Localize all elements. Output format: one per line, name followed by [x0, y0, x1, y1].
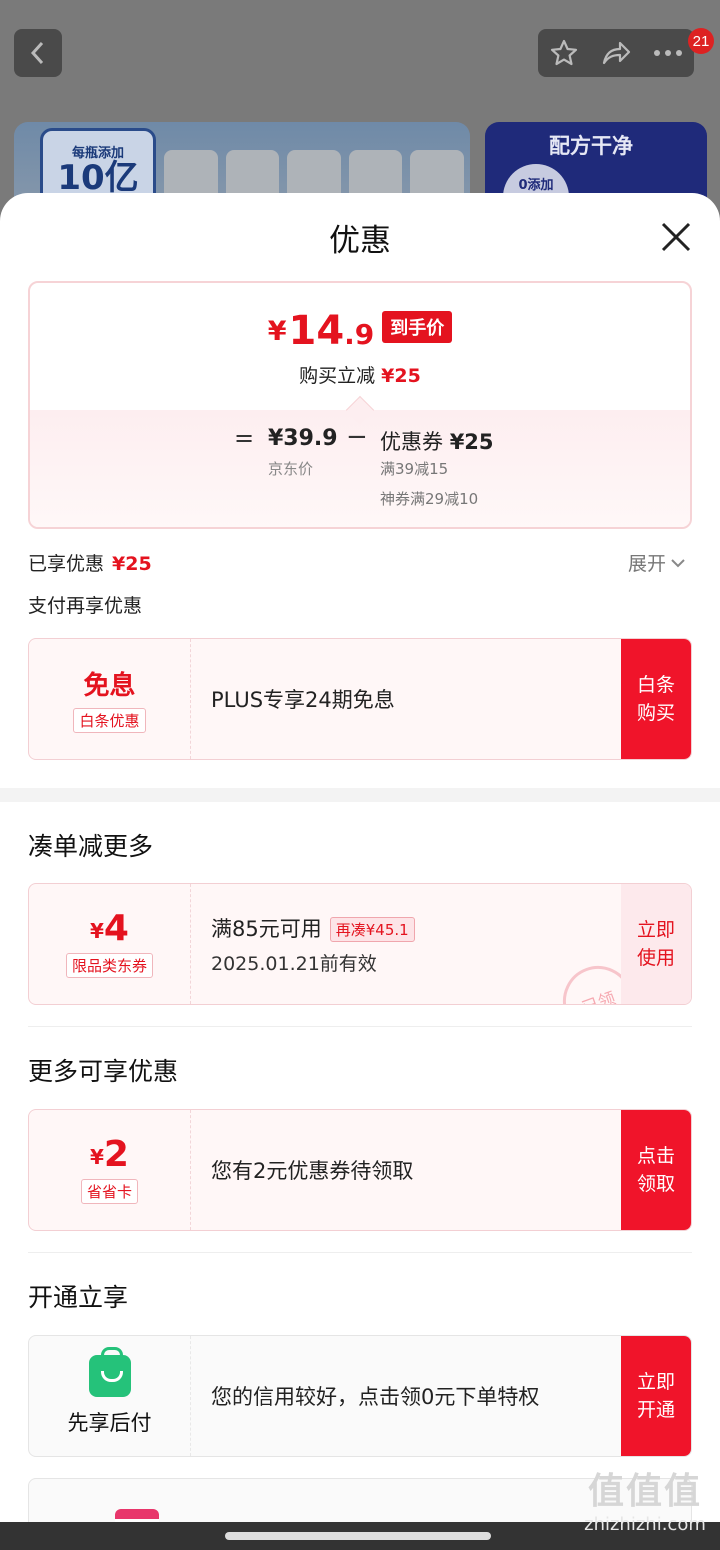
price-summary-top: ¥ 14 .9 到手价 购买立减 ¥25 — [30, 283, 690, 410]
price-summary-box: ¥ 14 .9 到手价 购买立减 ¥25 = ¥39.9 京东价 − 优惠券 ¥2… — [28, 281, 692, 529]
watermark-logo: 值值值 — [587, 1471, 702, 1512]
section-line — [28, 1026, 692, 1027]
final-price-currency: ¥ — [267, 316, 287, 347]
saver-card[interactable]: ¥2 省省卡 您有2元优惠券待领取 点击领取 — [28, 1109, 692, 1231]
jd-coupon-expiry: 2025.01.21前有效 — [211, 952, 377, 975]
pay-later-label: 先享后付 — [67, 1411, 152, 1435]
expand-button[interactable]: 展开 — [628, 549, 686, 576]
watermark-url: zhizhizhi.com — [584, 1514, 706, 1535]
final-price-decimal: .9 — [344, 318, 375, 351]
baitiao-card[interactable]: 免息 白条优惠 PLUS专享24期免息 白条购买 — [28, 638, 692, 760]
saver-amount: ¥2 — [90, 1133, 129, 1175]
section-divider — [0, 788, 720, 802]
share-icon[interactable] — [600, 39, 632, 67]
jd-coupon-condition-row: 满85元可用 再凑¥45.1 — [211, 913, 415, 943]
save-row: 购买立减 ¥25 — [30, 361, 690, 388]
saver-tag: 省省卡 — [80, 1178, 138, 1204]
chevron-down-icon — [671, 558, 685, 567]
jd-price-label: 京东价 — [268, 460, 314, 478]
pay-later-left: 先享后付 — [29, 1336, 191, 1456]
equals-sign: = — [234, 424, 255, 452]
jd-coupon-card[interactable]: ¥4 限品类东券 满85元可用 再凑¥45.1 2025.01.21前有效 已领 … — [28, 883, 692, 1005]
final-price-tag: 到手价 — [382, 311, 453, 343]
coupon-line: 优惠券 ¥25 — [380, 426, 494, 456]
pay-more-label: 支付再享优惠 — [28, 595, 143, 617]
pay-later-desc: 您的信用较好，点击领0元下单特权 — [211, 1385, 540, 1409]
enjoyed-label: 已享优惠 — [28, 553, 105, 575]
jd-price: ¥39.9 — [268, 426, 338, 451]
expand-label: 展开 — [628, 553, 667, 575]
coupon-amount: ¥25 — [449, 430, 494, 454]
jd-coupon-tag: 限品类东券 — [65, 952, 153, 978]
sheet-title: 优惠 — [329, 223, 391, 259]
jd-coupon-condition: 满85元可用 — [211, 916, 322, 941]
discount-sheet: 优惠 ¥ 14 .9 到手价 购买立减 ¥25 = ¥39.9 京东价 − 优惠券… — [0, 193, 720, 1550]
more-icon[interactable] — [653, 49, 683, 57]
saver-mid: 您有2元优惠券待领取 — [211, 1110, 413, 1230]
baitiao-mid: PLUS专享24期免息 — [211, 639, 395, 759]
back-button[interactable] — [14, 29, 62, 77]
banner-tag-big: 10亿 — [57, 157, 139, 198]
jd-coupon-amount: ¥4 — [90, 907, 129, 949]
minus-sign: − — [346, 422, 368, 452]
jd-coupon-currency: ¥ — [90, 918, 104, 943]
price-breakdown: = ¥39.9 京东价 − 优惠券 ¥25 满39减15 神券满29减10 — [30, 395, 690, 527]
baitiao-left: 免息 白条优惠 — [29, 639, 191, 759]
baitiao-desc: PLUS专享24期免息 — [211, 688, 395, 712]
saver-desc: 您有2元优惠券待领取 — [211, 1159, 414, 1183]
open-section-title: 开通立享 — [28, 1283, 129, 1312]
enjoyed-discount: 已享优惠 ¥25 — [28, 549, 152, 576]
notification-badge: 21 — [688, 28, 714, 54]
saver-currency: ¥ — [90, 1144, 104, 1169]
baitiao-buy-button[interactable]: 白条购买 — [621, 639, 691, 759]
home-indicator[interactable] — [225, 1532, 491, 1540]
coupon-rule-1: 满39减15 — [380, 460, 449, 478]
coupon-rule-2: 神券满29减10 — [380, 490, 479, 508]
jd-coupon-pill: 再凑¥45.1 — [329, 917, 415, 942]
baitiao-tag: 白条优惠 — [73, 708, 146, 733]
baitiao-title: 免息 — [83, 671, 136, 701]
extra-section-title: 更多可享优惠 — [28, 1057, 179, 1086]
section-line — [28, 1252, 692, 1253]
shopping-bag-icon — [88, 1347, 131, 1397]
star-icon[interactable] — [549, 38, 579, 68]
pay-later-card[interactable]: 先享后付 您的信用较好，点击领0元下单特权 立即开通 — [28, 1335, 692, 1457]
use-now-button[interactable]: 立即使用 — [621, 884, 691, 1004]
more-section-title: 凑单减更多 — [28, 832, 154, 861]
final-price-integer: 14 — [288, 308, 345, 354]
header-actions — [538, 29, 694, 77]
close-icon[interactable] — [658, 219, 694, 255]
pay-later-mid: 您的信用较好，点击领0元下单特权 — [211, 1336, 539, 1456]
coupon-label: 优惠券 — [380, 430, 443, 454]
final-price: ¥ 14 .9 到手价 — [30, 311, 690, 351]
save-label: 购买立减 — [299, 365, 376, 387]
chevron-left-icon — [30, 41, 44, 65]
open-now-button[interactable]: 立即开通 — [621, 1336, 691, 1456]
claim-button[interactable]: 点击领取 — [621, 1110, 691, 1230]
enjoyed-amount: ¥25 — [112, 553, 152, 575]
saver-left: ¥2 省省卡 — [29, 1110, 191, 1230]
save-amount: ¥25 — [381, 365, 421, 387]
jd-coupon-value: 4 — [103, 907, 129, 949]
site-watermark: 值值值 zhizhizhi.com — [570, 1462, 720, 1550]
banner-right-title: 配方干净 — [549, 134, 633, 158]
jd-coupon-mid: 满85元可用 再凑¥45.1 2025.01.21前有效 — [211, 884, 415, 1004]
saver-value: 2 — [103, 1133, 129, 1175]
jd-coupon-left: ¥4 限品类东券 — [29, 884, 191, 1004]
